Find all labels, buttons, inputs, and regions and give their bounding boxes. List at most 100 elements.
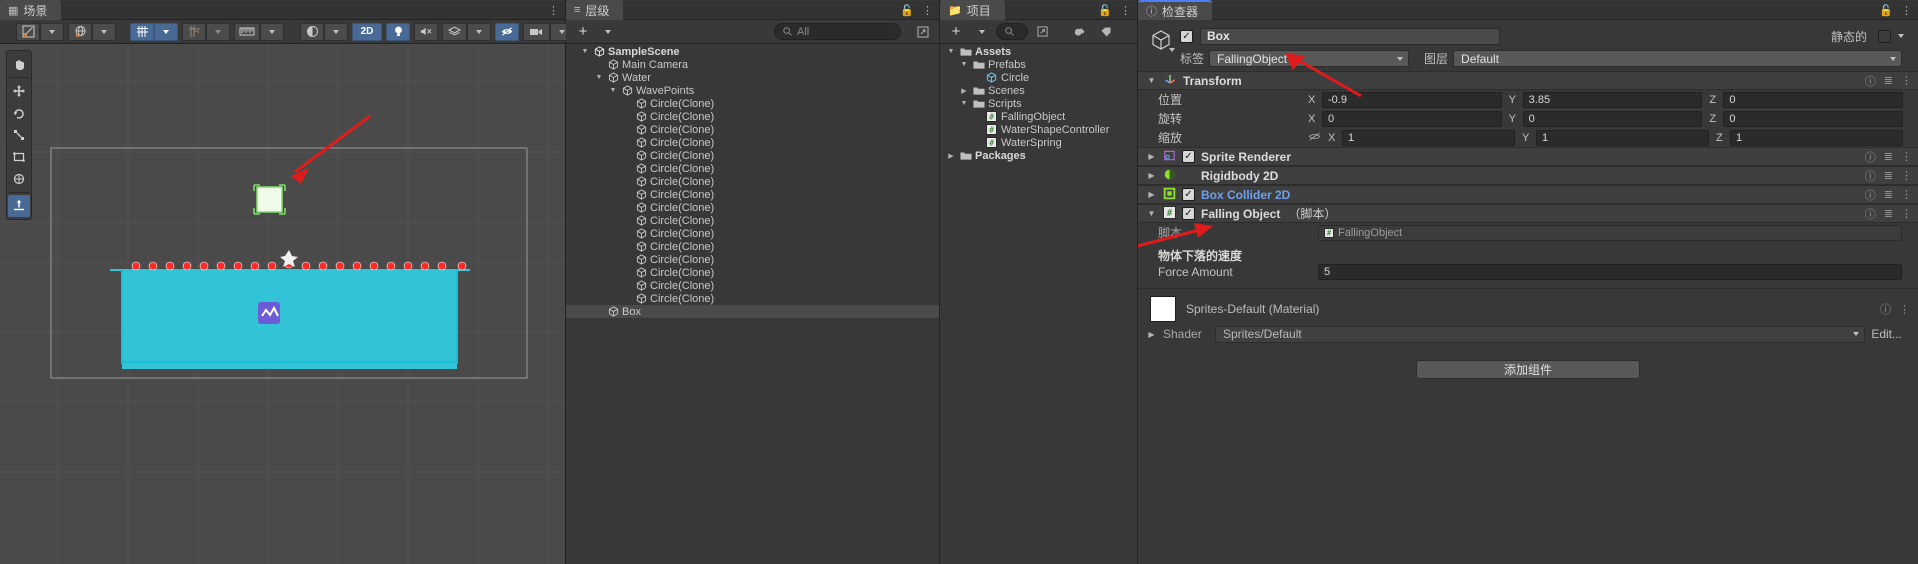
gameobject-name-input[interactable]: Box <box>1200 27 1500 45</box>
filter-by-label-icon[interactable] <box>1094 23 1118 41</box>
foldout-open-icon[interactable]: ▼ <box>1146 76 1157 85</box>
project-item[interactable]: # FallingObject <box>940 110 1137 123</box>
hierarchy-item[interactable]: Circle(Clone) <box>566 227 939 240</box>
help-icon[interactable]: ⓘ <box>1865 73 1876 89</box>
foldout-closed-icon[interactable]: ▶ <box>1146 190 1157 199</box>
twisty-icon[interactable]: ▼ <box>946 48 956 55</box>
hierarchy-item[interactable]: Circle(Clone) <box>566 253 939 266</box>
component-header-transform[interactable]: ▼ Transform ⓘ ≣ ⋮ <box>1138 71 1918 90</box>
tab-hierarchy[interactable]: ≡ 层级 <box>566 0 624 20</box>
component-enabled-checkbox[interactable]: ✓ <box>1182 150 1195 163</box>
tab-scene[interactable]: ▦ 场景 <box>0 0 62 20</box>
kebab-menu-icon[interactable]: ⋮ <box>1901 188 1912 201</box>
rect-tool[interactable] <box>8 146 30 168</box>
filter-by-type-icon[interactable] <box>1068 23 1092 41</box>
project-item[interactable]: # WaterShapeController <box>940 123 1137 136</box>
fx-dropdown[interactable] <box>467 22 491 41</box>
chevron-down-icon[interactable] <box>1169 48 1175 52</box>
project-item[interactable]: # WaterSpring <box>940 136 1137 149</box>
hierarchy-search-input[interactable]: All <box>774 23 901 40</box>
component-header[interactable]: ▶ Rigidbody 2D ⓘ ≣ ⋮ <box>1138 166 1918 185</box>
help-icon[interactable]: ⓘ <box>1880 301 1891 317</box>
hierarchy-item[interactable]: ▼ WavePoints <box>566 84 939 97</box>
shader-edit-button[interactable]: Edit... <box>1871 327 1902 341</box>
tag-dropdown[interactable]: FallingObject <box>1209 50 1410 67</box>
transform-y-input[interactable]: 0 <box>1522 110 1703 127</box>
component-enabled-checkbox[interactable]: ✓ <box>1182 207 1195 220</box>
project-item[interactable]: ▶ Scenes <box>940 84 1137 97</box>
gameobject-enabled-checkbox[interactable]: ✓ <box>1180 29 1193 43</box>
component-enabled-checkbox[interactable]: ✓ <box>1182 188 1195 201</box>
component-header[interactable]: ▶ ✓ Sprite Renderer ⓘ ≣ ⋮ <box>1138 147 1918 166</box>
project-search-expand-icon[interactable] <box>1030 23 1054 41</box>
help-icon[interactable]: ⓘ <box>1865 168 1876 184</box>
hierarchy-item[interactable]: Circle(Clone) <box>566 266 939 279</box>
help-icon[interactable]: ⓘ <box>1865 206 1876 222</box>
custom-editor-tool[interactable] <box>8 195 30 217</box>
twisty-icon[interactable]: ▼ <box>580 48 590 55</box>
project-item[interactable]: ▼ Prefabs <box>940 58 1137 71</box>
kebab-menu-icon[interactable]: ⋮ <box>1120 4 1131 17</box>
project-item[interactable]: Circle <box>940 71 1137 84</box>
project-item[interactable]: ▼ Assets <box>940 45 1137 58</box>
grid-snap-dropdown[interactable] <box>154 22 178 41</box>
constrain-proportions-off-icon[interactable] <box>1308 131 1322 145</box>
transform-y-input[interactable]: 3.85 <box>1522 91 1703 108</box>
lock-icon[interactable]: 🔓 <box>1879 4 1893 17</box>
2d-toggle-button[interactable]: 2D <box>352 22 382 41</box>
hierarchy-item[interactable]: Circle(Clone) <box>566 162 939 175</box>
twisty-icon[interactable]: ▼ <box>608 87 618 94</box>
fx-layers-icon[interactable] <box>442 22 467 41</box>
shading-dropdown[interactable] <box>324 22 348 41</box>
transform-x-input[interactable]: 1 <box>1342 129 1515 146</box>
ruler-button[interactable] <box>234 22 260 41</box>
foldout-open-icon[interactable]: ▼ <box>1146 209 1157 218</box>
lock-icon[interactable]: 🔓 <box>900 4 914 17</box>
shader-dropdown[interactable]: Sprites/Default <box>1215 325 1866 343</box>
hierarchy-item[interactable]: Circle(Clone) <box>566 279 939 292</box>
move-tool-dropdown[interactable] <box>40 22 64 41</box>
hierarchy-item[interactable]: ▼ Water <box>566 71 939 84</box>
lock-icon[interactable]: 🔓 <box>1098 4 1112 17</box>
hierarchy-item[interactable]: Main Camera <box>566 58 939 71</box>
shading-sphere-icon[interactable] <box>300 22 324 41</box>
preset-icon[interactable]: ≣ <box>1884 188 1893 201</box>
hierarchy-item[interactable]: Circle(Clone) <box>566 110 939 123</box>
project-tree[interactable]: ▼ Assets ▼ Prefabs Circle ▶ Scenes ▼ Scripts # Fal… <box>940 44 1137 564</box>
kebab-menu-icon[interactable]: ⋮ <box>548 4 559 17</box>
foldout-closed-icon[interactable]: ▶ <box>1146 171 1157 180</box>
move-tool[interactable] <box>8 80 30 102</box>
hierarchy-item[interactable]: Circle(Clone) <box>566 240 939 253</box>
hierarchy-item[interactable]: Circle(Clone) <box>566 214 939 227</box>
project-add-button[interactable]: + <box>944 23 968 41</box>
hierarchy-item[interactable]: Circle(Clone) <box>566 149 939 162</box>
scene-viewport[interactable] <box>0 44 565 564</box>
component-header[interactable]: ▼ # ✓ Falling Object （脚本） ⓘ ≣ ⋮ <box>1138 204 1918 223</box>
hierarchy-item[interactable]: Circle(Clone) <box>566 123 939 136</box>
kebab-menu-icon[interactable]: ⋮ <box>1901 4 1912 17</box>
rotate-tool[interactable] <box>8 102 30 124</box>
hand-tool[interactable] <box>8 53 30 75</box>
transform-z-input[interactable]: 0 <box>1723 91 1904 108</box>
ruler-dropdown[interactable] <box>260 22 284 41</box>
transform-y-input[interactable]: 1 <box>1536 129 1709 146</box>
kebab-menu-icon[interactable]: ⋮ <box>1901 74 1912 87</box>
scene-lighting-button[interactable] <box>386 22 410 41</box>
project-item[interactable]: ▼ Scripts <box>940 97 1137 110</box>
project-search-input[interactable] <box>996 23 1028 40</box>
force-amount-input[interactable]: 5 <box>1318 264 1902 280</box>
kebab-menu-icon[interactable]: ⋮ <box>1901 169 1912 182</box>
scene-audio-button[interactable] <box>414 22 438 41</box>
tab-inspector[interactable]: ⓘ 检查器 <box>1138 0 1213 20</box>
static-checkbox[interactable] <box>1878 29 1891 43</box>
foldout-closed-icon[interactable]: ▶ <box>1146 330 1157 339</box>
chevron-down-icon[interactable] <box>1898 34 1904 38</box>
twisty-icon[interactable]: ▶ <box>959 87 969 95</box>
project-add-dropdown[interactable] <box>970 23 994 41</box>
magnet-snap-dropdown[interactable] <box>206 22 230 41</box>
foldout-closed-icon[interactable]: ▶ <box>1146 152 1157 161</box>
hierarchy-add-dropdown[interactable] <box>596 23 620 41</box>
add-component-button[interactable]: 添加组件 <box>1416 360 1640 379</box>
twisty-icon[interactable]: ▼ <box>594 74 604 81</box>
pivot-global-button[interactable] <box>68 22 92 41</box>
